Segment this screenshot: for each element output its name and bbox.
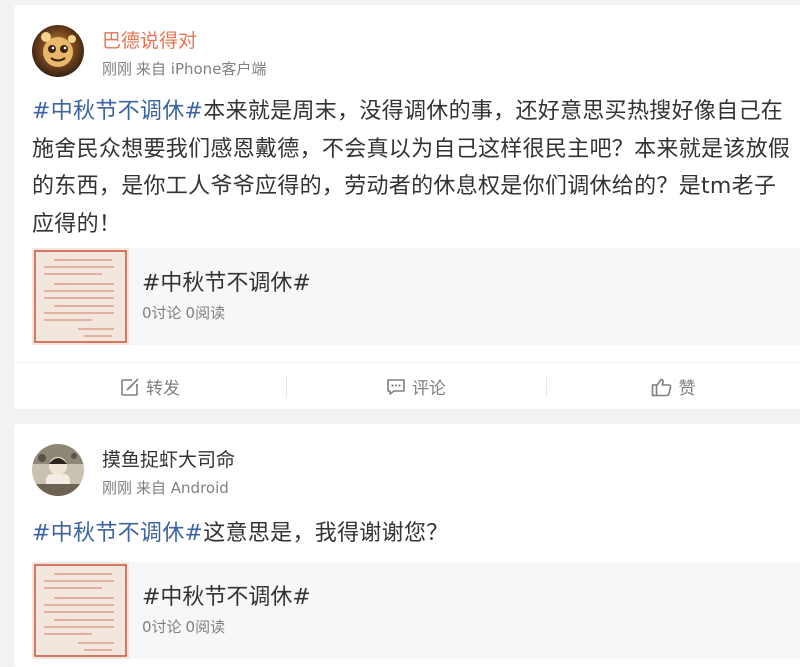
topic-discussion-count: 0讨论 bbox=[142, 618, 182, 636]
forward-icon bbox=[121, 377, 140, 396]
author-name[interactable]: 巴德说得对 bbox=[102, 29, 197, 53]
topic-card[interactable]: #中秋节不调休# 0讨论 0阅读 bbox=[32, 248, 800, 345]
post-body-text: 这意思是，我得谢谢您？ bbox=[203, 521, 449, 546]
topic-stats: 0讨论 0阅读 bbox=[142, 617, 225, 637]
forward-label: 转发 bbox=[146, 379, 180, 399]
like-label: 赞 bbox=[678, 379, 696, 399]
action-bar: 转发 评论 赞 bbox=[14, 362, 800, 410]
hashtag-link[interactable]: #中秋节不调休# bbox=[32, 99, 203, 124]
comment-label: 评论 bbox=[412, 379, 446, 399]
forward-button[interactable]: 转发 bbox=[14, 363, 286, 410]
like-button[interactable]: 赞 bbox=[546, 363, 800, 410]
post-source: 来自 Android bbox=[136, 479, 229, 497]
topic-title[interactable]: #中秋节不调休# bbox=[142, 270, 311, 298]
author-name[interactable]: 摸鱼捉虾大司命 bbox=[102, 448, 235, 472]
post-meta: 刚刚 来自 iPhone客户端 bbox=[102, 59, 266, 79]
topic-card[interactable]: #中秋节不调休# 0讨论 0阅读 bbox=[32, 562, 800, 659]
post-body: #中秋节不调休#这意思是，我得谢谢您？ bbox=[32, 515, 794, 553]
post-time[interactable]: 刚刚 bbox=[102, 60, 132, 78]
post-meta: 刚刚 来自 Android bbox=[102, 478, 229, 498]
hashtag-link[interactable]: #中秋节不调休# bbox=[32, 521, 203, 546]
post-source: 来自 iPhone客户端 bbox=[136, 60, 267, 78]
thumbs-up-icon bbox=[651, 378, 671, 396]
avatar[interactable] bbox=[32, 25, 84, 77]
topic-title[interactable]: #中秋节不调休# bbox=[142, 584, 311, 612]
avatar[interactable] bbox=[32, 444, 84, 496]
post-card: 巴德说得对 刚刚 来自 iPhone客户端 #中秋节不调休#本来就是周末，没得调休… bbox=[14, 5, 800, 409]
post-body: #中秋节不调休#本来就是周末，没得调休的事，还好意思买热搜好像自己在施舍民众想要… bbox=[32, 93, 794, 243]
post-card: 摸鱼捉虾大司命 刚刚 来自 Android #中秋节不调休#这意思是，我得谢谢您？ bbox=[14, 424, 800, 667]
topic-stats: 0讨论 0阅读 bbox=[142, 303, 225, 323]
comment-button[interactable]: 评论 bbox=[286, 363, 546, 410]
weibo-feed: 巴德说得对 刚刚 来自 iPhone客户端 #中秋节不调休#本来就是周末，没得调休… bbox=[0, 0, 800, 667]
topic-thumbnail bbox=[32, 248, 129, 345]
topic-discussion-count: 0讨论 bbox=[142, 304, 182, 322]
topic-read-count: 0阅读 bbox=[185, 618, 226, 636]
topic-read-count: 0阅读 bbox=[185, 304, 226, 322]
comment-icon bbox=[387, 378, 405, 395]
post-time[interactable]: 刚刚 bbox=[102, 479, 132, 497]
topic-thumbnail bbox=[32, 562, 129, 659]
